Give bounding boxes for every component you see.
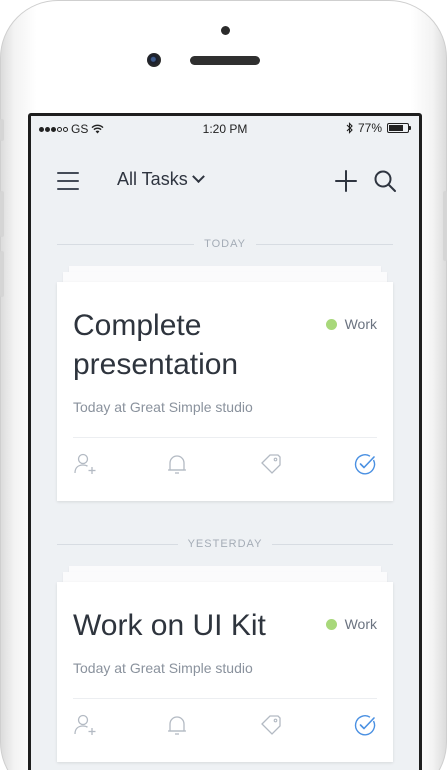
menu-icon[interactable] [57,172,79,190]
task-title: Complete presentation [73,309,239,381]
tag-label: Work [344,616,377,632]
nav-bar: All Tasks [31,160,419,200]
bell-icon[interactable] [165,452,189,476]
chevron-down-icon [191,170,205,184]
battery-icon [387,123,411,133]
screen-bezel: GS 1:20 PM 77% All Tasks TODAY Complete … [28,113,422,770]
bell-icon[interactable] [165,713,189,737]
task-tag: Work [325,316,377,332]
app-screen: GS 1:20 PM 77% All Tasks TODAY Complete … [31,116,419,770]
task-card[interactable]: Complete presentation Work Today at Grea… [57,282,393,501]
nav-title-label: All Tasks [117,169,188,189]
tag-color-dot [325,318,337,330]
status-bar: GS 1:20 PM 77% [31,116,419,140]
task-filter-dropdown[interactable]: All Tasks [117,169,205,190]
volume-up-button [0,191,4,237]
section-header-today: TODAY [57,237,394,251]
divider [272,543,393,545]
tag-icon[interactable] [259,713,283,737]
divider [255,243,394,245]
task-card[interactable]: Work on UI Kit Work Today at Great Simpl… [57,582,393,762]
add-person-icon[interactable] [73,713,97,737]
add-person-icon[interactable] [73,452,97,476]
task-location: Today at Great Simple studio [73,660,253,676]
section-label: TODAY [204,238,246,250]
power-button [443,191,447,261]
bluetooth-icon [346,122,353,134]
divider [57,243,195,245]
section-header-yesterday: YESTERDAY [57,537,393,551]
task-actions [73,452,377,480]
mute-switch [0,119,4,141]
task-actions [73,713,377,741]
section-label: YESTERDAY [187,538,263,550]
check-circle-icon[interactable] [353,452,377,476]
task-title: Work on UI Kit [73,609,266,642]
status-right: 77% [346,121,411,135]
battery-fill [389,125,403,131]
divider [57,543,178,545]
earpiece-speaker [190,56,260,65]
phone-frame: GS 1:20 PM 77% All Tasks TODAY Complete … [0,0,447,770]
tag-icon[interactable] [259,452,283,476]
plus-icon[interactable] [335,170,357,192]
task-tag: Work [325,616,377,632]
task-location: Today at Great Simple studio [73,399,253,415]
battery-percent: 77% [357,121,382,135]
proximity-sensor [221,26,230,35]
card-divider [73,437,377,438]
tag-label: Work [344,316,377,332]
search-icon[interactable] [373,169,397,193]
front-camera [147,53,161,67]
volume-down-button [0,251,4,297]
check-circle-icon[interactable] [353,713,377,737]
card-divider [73,698,377,699]
tag-color-dot [325,618,337,630]
